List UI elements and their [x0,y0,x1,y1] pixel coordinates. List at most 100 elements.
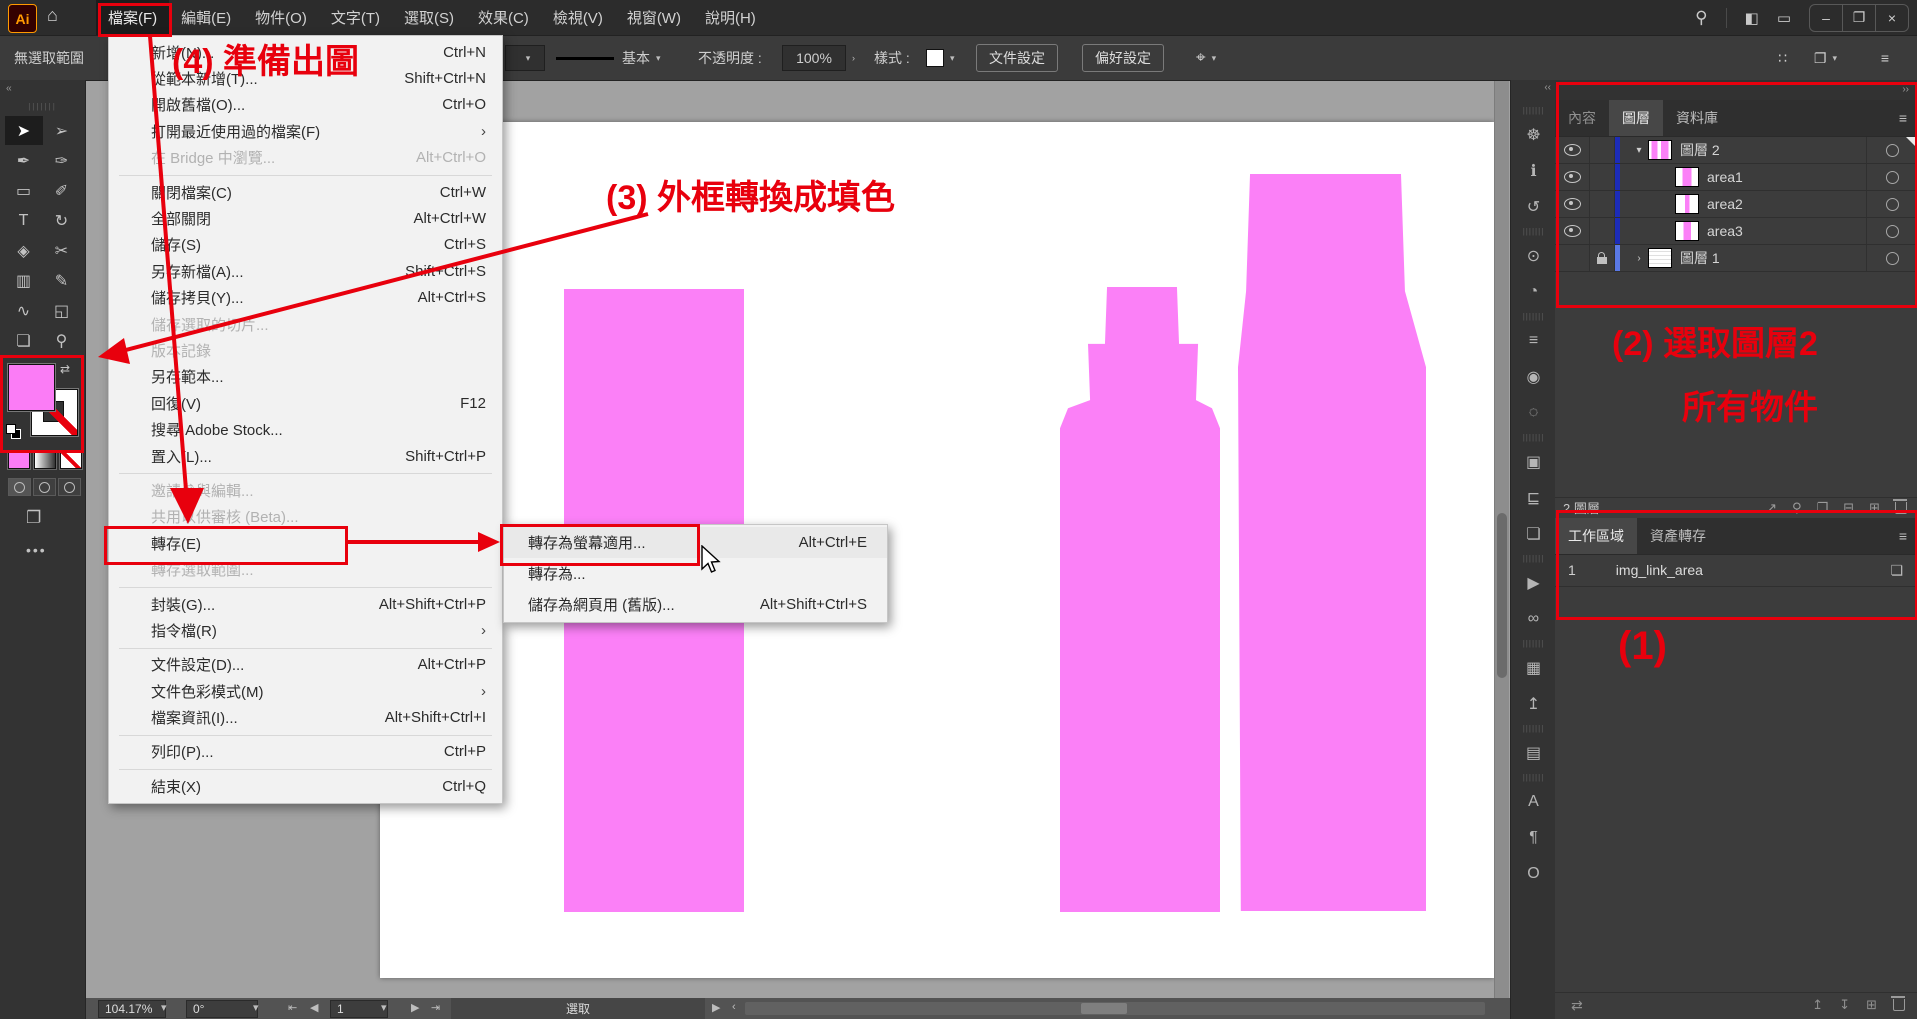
lock-toggle[interactable] [1590,164,1615,190]
file-menu-item[interactable]: 全部關閉Alt+Ctrl+W [109,205,502,231]
expand-chevron-icon[interactable]: ▾ [1630,145,1648,156]
drag-handle[interactable]: ||||||| [1511,637,1556,650]
stroke-width-dropdown[interactable]: ▾ [505,36,545,80]
horizontal-scroll-thumb[interactable] [1081,1003,1127,1014]
menu-選取(S)[interactable]: 選取(S) [392,0,466,35]
layer-name[interactable]: 圖層 2 [1680,140,1720,160]
file-menu-item[interactable]: 開啟舊檔(O)...Ctrl+O [109,92,502,118]
home-icon[interactable]: ⌂ [47,5,58,26]
export-submenu-item[interactable]: 轉存為... [504,558,887,589]
info-icon[interactable]: ℹ [1511,153,1556,189]
screen-mode-icon[interactable]: ❐ [26,508,41,528]
rotate-view-icon[interactable]: ☸ [1511,117,1556,153]
target-circle-icon[interactable] [1886,144,1899,157]
drag-handle[interactable]: ||||||| [0,102,85,111]
color-button[interactable] [8,452,30,469]
selection-options-icon[interactable]: ◌ [1511,395,1556,431]
file-menu-item[interactable]: 轉存(E)› [109,530,502,556]
vertical-scroll-thumb[interactable] [1497,513,1507,678]
arrange-icon[interactable]: ❐▾ [1814,36,1837,80]
menu-效果(C)[interactable]: 效果(C) [466,0,541,35]
target-circle-icon[interactable] [1886,198,1899,211]
file-menu-item[interactable]: 置入(L)...Shift+Ctrl+P [109,443,502,469]
next-artboard-icon[interactable]: ▶ [411,1001,419,1014]
file-menu-item[interactable]: 另存新檔(A)...Shift+Ctrl+S [109,258,502,284]
expand-dock-icon[interactable]: ›› [1902,84,1909,95]
restore-button[interactable]: ❐ [1842,5,1875,31]
file-menu-item[interactable]: 搜尋 Adobe Stock... [109,416,502,442]
menu-說明(H)[interactable]: 說明(H) [693,0,768,35]
file-menu-item[interactable]: 儲存(S)Ctrl+S [109,232,502,258]
layer-row[interactable]: area3 [1555,218,1917,245]
rectangle-tool[interactable]: ▭ [5,176,43,205]
layer-row[interactable]: area2 [1555,191,1917,218]
collapse-dock-icon[interactable]: ‹‹ [1544,82,1551,93]
file-menu-item[interactable]: 結束(X)Ctrl+Q [109,773,502,799]
tab-內容[interactable]: 內容 [1555,100,1609,136]
document-setup-button[interactable]: 文件設定 [976,36,1058,80]
drag-handle[interactable]: ||||||| [1511,104,1556,117]
draw-inside-button[interactable] [58,478,81,496]
width-tool[interactable]: ∿ [5,296,43,325]
select-similar-dropdown[interactable]: ⌖ ▾ [1196,36,1216,80]
menu-文字(T)[interactable]: 文字(T) [319,0,392,35]
expand-chevron-icon[interactable]: › [1630,253,1648,264]
artboard-row[interactable]: 1 img_link_area ❏ [1555,554,1917,587]
arrange-documents-icon[interactable]: ▭ [1777,9,1791,27]
default-fill-stroke-icon[interactable] [6,424,22,438]
visibility-toggle[interactable] [1555,191,1590,217]
new-layer-icon[interactable]: ⊞ [1869,500,1880,516]
artboard-name[interactable]: img_link_area [1616,562,1703,578]
layer-row[interactable]: area1 [1555,164,1917,191]
rearrange-artboards-icon[interactable]: ⇄ [1571,997,1583,1013]
character-icon[interactable]: A [1511,784,1556,820]
layer-thumbnail[interactable] [1675,221,1699,241]
export-submenu-item[interactable]: 儲存為網頁用 (舊版)...Alt+Shift+Ctrl+S [504,589,887,620]
chevron-down-icon[interactable]: ▾ [253,1001,259,1014]
bottle-large-shape[interactable] [1238,174,1426,911]
fill-swatch[interactable] [8,364,55,411]
drag-handle[interactable]: ||||||| [1511,552,1556,565]
swap-fill-stroke-icon[interactable]: ⇄ [60,362,70,376]
artboard-tool[interactable]: ❏ [5,326,43,355]
delete-artboard-icon[interactable] [1893,999,1905,1011]
layer-row[interactable]: ›圖層 1 [1555,245,1917,272]
opentype-icon[interactable]: O [1511,856,1556,892]
visibility-toggle[interactable] [1555,137,1590,163]
file-menu-item[interactable]: 關閉檔案(C)Ctrl+W [109,179,502,205]
symbols-icon[interactable]: ▦ [1511,650,1556,686]
zoom-tool[interactable]: ⚲ [43,326,81,355]
file-menu-item[interactable]: 檔案資訊(I)...Alt+Shift+Ctrl+I [109,704,502,730]
eyedropper-tool[interactable]: ✎ [43,266,81,295]
layer-thumbnail[interactable] [1675,167,1699,187]
file-menu-item[interactable]: 回復(V)F12 [109,390,502,416]
collapse-tools-icon[interactable]: ‹‹ [6,83,11,94]
close-button[interactable]: × [1875,5,1908,31]
panel-menu-icon[interactable]: ≡ [1899,110,1907,126]
visibility-toggle[interactable] [1555,164,1590,190]
layer-thumbnail[interactable] [1648,140,1672,160]
pathfinder-icon[interactable]: ❏ [1511,516,1556,552]
target-circle-icon[interactable] [1886,252,1899,265]
separations-icon[interactable]: ▤ [1511,735,1556,771]
move-down-icon[interactable]: ↧ [1839,997,1850,1013]
curvature-tool[interactable]: ✑ [43,146,81,175]
zoom-level-field[interactable]: 104.17% [98,1000,166,1018]
asset-export-icon[interactable]: ↥ [1511,686,1556,722]
eraser-tool[interactable]: ◈ [5,236,43,265]
file-menu-item[interactable]: 指令檔(R)› [109,617,502,643]
target-circle-icon[interactable] [1886,225,1899,238]
delete-layer-icon[interactable] [1895,502,1907,514]
gradient-icon[interactable]: ◔ [1511,274,1556,310]
locate-object-icon[interactable]: ⚲ [1792,500,1802,516]
first-artboard-icon[interactable]: ⇤ [288,1001,297,1014]
file-menu-item[interactable]: 打開最近使用過的檔案(F)› [109,118,502,144]
scroll-left-icon[interactable]: ‹ [732,1001,736,1013]
transparency-icon[interactable]: ◉ [1511,359,1556,395]
chevron-down-icon[interactable]: ▾ [381,1001,387,1014]
gradient-button[interactable] [34,452,56,469]
history-icon[interactable]: ↺ [1511,189,1556,225]
edit-toolbar-icon[interactable]: ••• [26,542,47,558]
rotation-field[interactable]: 0° [186,1000,258,1018]
previous-artboard-icon[interactable]: ◀ [310,1001,318,1014]
